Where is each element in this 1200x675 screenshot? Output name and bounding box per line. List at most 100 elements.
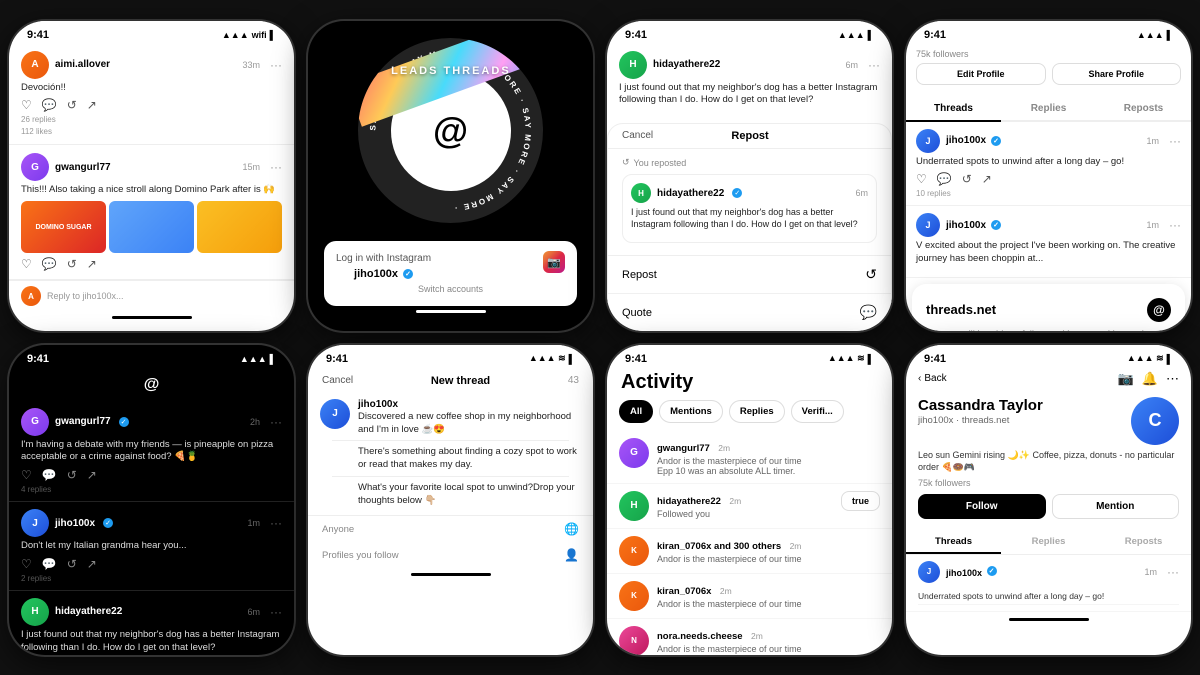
activity-tab-replies[interactable]: Replies bbox=[729, 400, 785, 423]
compose-user: jiho100x bbox=[358, 399, 581, 410]
battery-5: ▌ bbox=[270, 354, 276, 364]
act-time-3: 2m bbox=[790, 541, 802, 551]
post-meta-1: 26 replies bbox=[21, 115, 282, 124]
thumb-sugar: DOMINO SUGAR bbox=[21, 201, 106, 253]
signal-7: ▲▲▲ ≋ bbox=[828, 353, 865, 364]
tab-threads[interactable]: Threads bbox=[906, 97, 1001, 122]
profile-post-avatar-1: J bbox=[916, 129, 940, 153]
compose-text-2[interactable]: There's something about finding a cozy s… bbox=[320, 445, 581, 472]
dark-repost-1[interactable]: ↺ bbox=[67, 468, 77, 482]
phone-activity: 9:41 ▲▲▲ ≋ ▌ Activity All Mentions Repli… bbox=[607, 345, 892, 655]
modal-cancel-btn[interactable]: Cancel bbox=[622, 130, 653, 142]
profile-full-name: Cassandra Taylor bbox=[918, 397, 1043, 414]
edit-profile-btn[interactable]: Edit Profile bbox=[916, 63, 1046, 85]
repost-post-time: 6m bbox=[845, 60, 858, 70]
act-content-4: kiran_0706x 2m Andor is the masterpiece … bbox=[657, 581, 880, 609]
modal-options: Repost ↺ Quote 💬 bbox=[608, 255, 891, 330]
dark-post-dots-2[interactable]: ··· bbox=[270, 516, 282, 530]
post-dots-2[interactable]: ··· bbox=[270, 160, 282, 174]
mini-post-dots-1[interactable]: ··· bbox=[1167, 565, 1179, 579]
like-4-1[interactable]: ♡ bbox=[916, 172, 927, 186]
thumb-blue bbox=[109, 201, 194, 253]
like-icon[interactable]: ♡ bbox=[21, 98, 32, 112]
reposted-badge: ↺ You reposted bbox=[622, 157, 877, 168]
profile-mention-btn[interactable]: Mention bbox=[1052, 494, 1180, 519]
comment-icon[interactable]: 💬 bbox=[42, 98, 57, 112]
follow-button[interactable]: true bbox=[841, 491, 880, 511]
more-nav-icon[interactable]: ⋯ bbox=[1166, 371, 1179, 387]
mini-tab-reposts[interactable]: Reposts bbox=[1096, 531, 1191, 554]
time-7: 9:41 bbox=[625, 353, 647, 365]
sticker-circle: SAY MORE · SAY MORE · SAY MORE · SAY MOR… bbox=[358, 38, 543, 223]
tab-reposts[interactable]: Reposts bbox=[1096, 97, 1191, 120]
like-icon-2[interactable]: ♡ bbox=[21, 257, 32, 271]
profile-follow-btn[interactable]: Follow bbox=[918, 494, 1046, 519]
dark-post-actions-2: ♡ 💬 ↺ ↗ bbox=[21, 557, 282, 571]
repost-option[interactable]: Repost ↺ bbox=[608, 256, 891, 294]
activity-tab-mentions[interactable]: Mentions bbox=[659, 400, 723, 423]
post-user-1: aimi.allover bbox=[55, 59, 110, 70]
repost-post-text: I just found out that my neighbor's dog … bbox=[619, 82, 880, 108]
reply-placeholder[interactable]: Reply to jiho100x... bbox=[47, 291, 124, 301]
instagram-nav-icon[interactable]: 📷 bbox=[1118, 371, 1134, 387]
mini-tab-replies[interactable]: Replies bbox=[1001, 531, 1096, 554]
login-area[interactable]: Log in with Instagram jiho100x 📷 Switch … bbox=[324, 241, 577, 306]
compose-cancel-btn[interactable]: Cancel bbox=[322, 375, 353, 386]
comment-4-1[interactable]: 💬 bbox=[937, 172, 952, 186]
post-dots-1[interactable]: ··· bbox=[270, 58, 282, 72]
audience-row-1[interactable]: Anyone 🌐 bbox=[308, 516, 593, 542]
dark-like-1[interactable]: ♡ bbox=[21, 468, 32, 482]
tab-replies[interactable]: Replies bbox=[1001, 97, 1096, 120]
modal-title: Repost bbox=[731, 130, 768, 142]
comment-icon-2[interactable]: 💬 bbox=[42, 257, 57, 271]
mini-tab-threads[interactable]: Threads bbox=[906, 531, 1001, 554]
profile-post-dots-2[interactable]: ··· bbox=[1169, 218, 1181, 232]
act-user-4: kiran_0706x bbox=[657, 586, 711, 597]
switch-accounts[interactable]: Switch accounts bbox=[336, 284, 565, 294]
dark-like-2[interactable]: ♡ bbox=[21, 557, 32, 571]
main-grid: 9:41 ▲▲▲ wifi ▌ A aimi.allover 33m ··· D… bbox=[0, 3, 1200, 673]
quote-option[interactable]: Quote 💬 bbox=[608, 294, 891, 330]
repost-icon[interactable]: ↺ bbox=[67, 98, 77, 112]
dark-comment-1[interactable]: 💬 bbox=[42, 468, 57, 482]
repost-icon-2[interactable]: ↺ bbox=[67, 257, 77, 271]
audience-row-2[interactable]: Profiles you follow 👤 bbox=[308, 542, 593, 568]
activity-tab-verified[interactable]: Verifi... bbox=[791, 400, 844, 423]
repost-post-dots[interactable]: ··· bbox=[868, 58, 880, 72]
dark-comment-2[interactable]: 💬 bbox=[42, 557, 57, 571]
compose-area[interactable]: J jiho100x Discovered a new coffee shop … bbox=[308, 391, 593, 516]
profile-big-avatar: C bbox=[1131, 397, 1179, 445]
reply-avatar: A bbox=[21, 286, 41, 306]
reposted-area: ↺ You reposted H hidayathere22 6m I just… bbox=[608, 149, 891, 255]
repost-4-1[interactable]: ↺ bbox=[962, 172, 972, 186]
share-icon[interactable]: ↗ bbox=[87, 98, 97, 112]
share-4-1[interactable]: ↗ bbox=[982, 172, 992, 186]
activity-tab-all[interactable]: All bbox=[619, 400, 653, 423]
dark-post-dots-3[interactable]: ··· bbox=[270, 605, 282, 619]
modal-header: Cancel Repost bbox=[608, 124, 891, 149]
repost-sheet: Cancel Repost ↺ You reposted H hidayathe… bbox=[607, 123, 892, 330]
compose-text-1[interactable]: Discovered a new coffee shop in my neigh… bbox=[358, 410, 581, 437]
dark-threads-logo: @ bbox=[138, 371, 166, 399]
profile-post-text-1: Underrated spots to unwind after a long … bbox=[916, 156, 1181, 169]
time-8: 9:41 bbox=[924, 353, 946, 365]
status-bar-3: 9:41 ▲▲▲ ▌ bbox=[607, 21, 892, 43]
bell-nav-icon[interactable]: 🔔 bbox=[1142, 371, 1158, 387]
status-bar-6: 9:41 ▲▲▲ ≋ ▌ bbox=[308, 345, 593, 367]
profile-post-time-2: 1m bbox=[1146, 220, 1159, 230]
dark-post-dots-1[interactable]: ··· bbox=[270, 415, 282, 429]
dark-share-1[interactable]: ↗ bbox=[87, 468, 97, 482]
dark-share-2[interactable]: ↗ bbox=[87, 557, 97, 571]
repost-inner-header: H hidayathere22 6m bbox=[631, 183, 868, 203]
compose-text-3[interactable]: What's your favorite local spot to unwin… bbox=[320, 481, 581, 508]
act-user-1: gwangurl77 bbox=[657, 443, 710, 454]
back-btn[interactable]: ‹ Back bbox=[918, 373, 947, 384]
dark-repost-2[interactable]: ↺ bbox=[67, 557, 77, 571]
profile-post-dots-1[interactable]: ··· bbox=[1169, 134, 1181, 148]
share-profile-btn[interactable]: Share Profile bbox=[1052, 63, 1182, 85]
dark-avatar-3: H bbox=[21, 598, 49, 626]
post-actions-1: ♡ 💬 ↺ ↗ bbox=[21, 98, 282, 112]
share-icon-2[interactable]: ↗ bbox=[87, 257, 97, 271]
profile-handle: jiho100x · threads.net bbox=[918, 415, 1043, 426]
phone-threads-feed: 9:41 ▲▲▲ wifi ▌ A aimi.allover 33m ··· D… bbox=[9, 21, 294, 331]
